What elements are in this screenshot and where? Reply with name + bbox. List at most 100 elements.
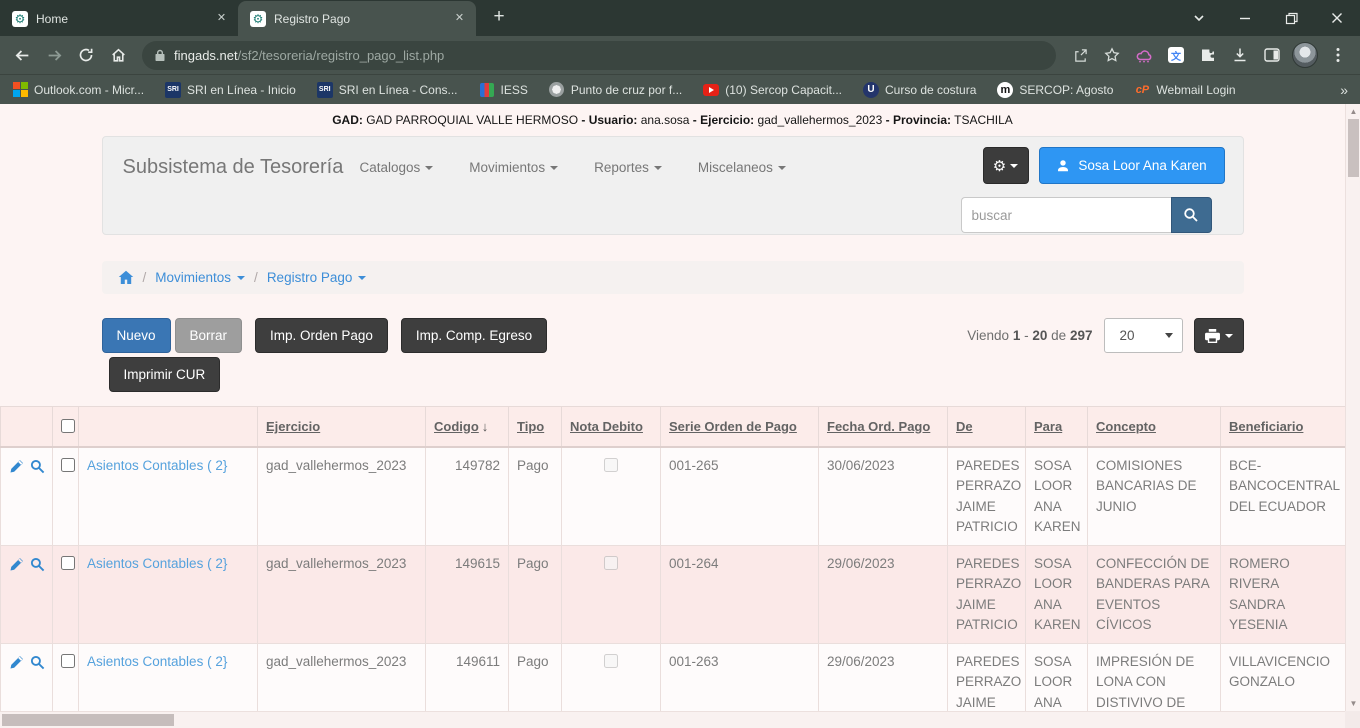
cpanel-icon: cP: [1134, 82, 1150, 98]
breadcrumb-registro-pago[interactable]: Registro Pago: [267, 270, 367, 285]
reload-icon[interactable]: [70, 39, 102, 71]
settings-gear-button[interactable]: ⚙: [983, 147, 1029, 184]
close-window-button[interactable]: [1314, 1, 1360, 35]
row-checkbox[interactable]: [61, 556, 75, 570]
tab-close-icon[interactable]: ✕: [213, 10, 230, 27]
nota-debito-checkbox: [604, 654, 618, 668]
view-magnifier-icon[interactable]: [30, 459, 45, 474]
search-button[interactable]: [1171, 197, 1212, 233]
bookmark-sri-consultas[interactable]: SRI SRI en Línea - Cons...: [317, 82, 458, 98]
bookmark-sercop-agosto[interactable]: m SERCOP: Agosto: [997, 82, 1113, 98]
bookmark-iess[interactable]: IESS: [479, 82, 528, 98]
bookmark-outlook[interactable]: Outlook.com - Micr...: [12, 82, 144, 98]
scroll-down-arrow[interactable]: ▼: [1346, 699, 1360, 708]
imp-comp-egreso-button[interactable]: Imp. Comp. Egreso: [401, 318, 547, 353]
downloads-icon[interactable]: [1224, 39, 1256, 71]
nuevo-button[interactable]: Nuevo: [102, 318, 171, 353]
profile-avatar[interactable]: [1292, 42, 1318, 68]
header-serie-orden[interactable]: Serie Orden de Pago: [661, 407, 819, 448]
side-panel-icon[interactable]: [1256, 39, 1288, 71]
menu-miscelaneos[interactable]: Miscelaneos: [698, 160, 786, 175]
imprimir-cur-button[interactable]: Imprimir CUR: [109, 357, 221, 392]
tab-home[interactable]: ⚙ Home ✕: [0, 1, 238, 36]
imp-orden-pago-button[interactable]: Imp. Orden Pago: [255, 318, 388, 353]
header-fecha-ord[interactable]: Fecha Ord. Pago: [819, 407, 948, 448]
restore-button[interactable]: [1268, 1, 1314, 35]
bookmark-sri-inicio[interactable]: SRI SRI en Línea - Inicio: [165, 82, 296, 98]
view-magnifier-icon[interactable]: [30, 655, 45, 670]
select-all-checkbox[interactable]: [61, 419, 75, 433]
header-concepto[interactable]: Concepto: [1088, 407, 1221, 448]
tab-registro-pago[interactable]: ⚙ Registro Pago ✕: [238, 1, 476, 36]
header-de[interactable]: De: [948, 407, 1026, 448]
forward-icon[interactable]: [38, 39, 70, 71]
vertical-scrollbar-thumb[interactable]: [1348, 119, 1359, 177]
back-icon[interactable]: [6, 39, 38, 71]
row-checkbox[interactable]: [61, 654, 75, 668]
search-input[interactable]: [961, 197, 1171, 233]
tab-search-icon[interactable]: [1176, 1, 1222, 35]
share-icon[interactable]: [1064, 39, 1096, 71]
iess-icon: [479, 82, 495, 98]
menu-catalogos[interactable]: Catalogos: [360, 160, 434, 175]
edit-pencil-icon[interactable]: [9, 557, 24, 572]
tab-close-icon[interactable]: ✕: [451, 10, 468, 27]
app-navbar: Subsistema de Tesorería Catalogos Movimi…: [102, 136, 1244, 235]
sri-icon: SRI: [165, 82, 181, 98]
borrar-button[interactable]: Borrar: [175, 318, 243, 353]
asientos-contables-link[interactable]: Asientos Contables ( 2}: [87, 654, 227, 669]
minimize-button[interactable]: [1222, 1, 1268, 35]
print-button[interactable]: [1194, 318, 1244, 353]
weather-extension-icon[interactable]: [1128, 39, 1160, 71]
page-size-select[interactable]: 20: [1104, 318, 1183, 353]
header-beneficiario[interactable]: Beneficiario: [1221, 407, 1346, 448]
menu-movimientos[interactable]: Movimientos: [469, 160, 558, 175]
url-path: /sf2/tesoreria/registro_pago_list.php: [238, 48, 445, 63]
bookmark-sercop-video[interactable]: (10) Sercop Capacit...: [703, 82, 842, 98]
bookmark-punto-de-cruz[interactable]: Punto de cruz por f...: [549, 82, 682, 98]
header-nota-debito[interactable]: Nota Debito: [562, 407, 661, 448]
home-icon[interactable]: [118, 270, 134, 285]
row-checkbox[interactable]: [61, 458, 75, 472]
browser-menu-icon[interactable]: [1322, 39, 1354, 71]
site-favicon: ⚙: [12, 11, 28, 27]
generic-site-icon: [549, 82, 565, 98]
breadcrumb-movimientos[interactable]: Movimientos: [155, 270, 245, 285]
bookmark-curso-costura[interactable]: U Curso de costura: [863, 82, 976, 98]
new-tab-button[interactable]: +: [484, 3, 514, 33]
view-magnifier-icon[interactable]: [30, 557, 45, 572]
sri-icon: SRI: [317, 82, 333, 98]
bookmarks-overflow-chevron[interactable]: »: [1340, 82, 1348, 98]
bookmark-star-icon[interactable]: [1096, 39, 1128, 71]
tab-strip: ⚙ Home ✕ ⚙ Registro Pago ✕ +: [0, 0, 1360, 36]
session-info-bar: GAD: GAD PARROQUIAL VALLE HERMOSO - Usua…: [0, 104, 1345, 127]
scroll-up-arrow[interactable]: ▲: [1346, 107, 1360, 116]
chevron-down-icon: [237, 276, 245, 280]
user-button[interactable]: Sosa Loor Ana Karen: [1039, 147, 1225, 184]
horizontal-scrollbar-thumb[interactable]: [2, 714, 174, 726]
extensions-puzzle-icon[interactable]: [1192, 39, 1224, 71]
horizontal-scrollbar[interactable]: [0, 711, 1345, 728]
chevron-down-icon: [654, 166, 662, 170]
asientos-contables-link[interactable]: Asientos Contables ( 2}: [87, 556, 227, 571]
breadcrumb: / Movimientos / Registro Pago: [102, 261, 1244, 294]
translate-extension-icon[interactable]: 文: [1160, 39, 1192, 71]
header-select-all: [53, 407, 79, 448]
edit-pencil-icon[interactable]: [9, 459, 24, 474]
menu-reportes[interactable]: Reportes: [594, 160, 662, 175]
edit-pencil-icon[interactable]: [9, 655, 24, 670]
chevron-down-icon: [778, 166, 786, 170]
search-bar: [961, 197, 1212, 233]
header-ejercicio[interactable]: Ejercicio: [258, 407, 426, 448]
header-codigo[interactable]: Codigo↓: [426, 407, 509, 448]
nota-debito-checkbox: [604, 556, 618, 570]
bookmark-webmail[interactable]: cP Webmail Login: [1134, 82, 1235, 98]
printer-icon: [1205, 329, 1220, 343]
paging-controls: Viendo 1 - 20 de 297 20: [967, 318, 1243, 353]
home-icon[interactable]: [102, 39, 134, 71]
header-para[interactable]: Para: [1026, 407, 1088, 448]
header-tipo[interactable]: Tipo: [509, 407, 562, 448]
asientos-contables-link[interactable]: Asientos Contables ( 2}: [87, 458, 227, 473]
vertical-scrollbar[interactable]: ▲ ▼: [1345, 104, 1360, 728]
address-bar[interactable]: fingads.net/sf2/tesoreria/registro_pago_…: [142, 41, 1056, 70]
